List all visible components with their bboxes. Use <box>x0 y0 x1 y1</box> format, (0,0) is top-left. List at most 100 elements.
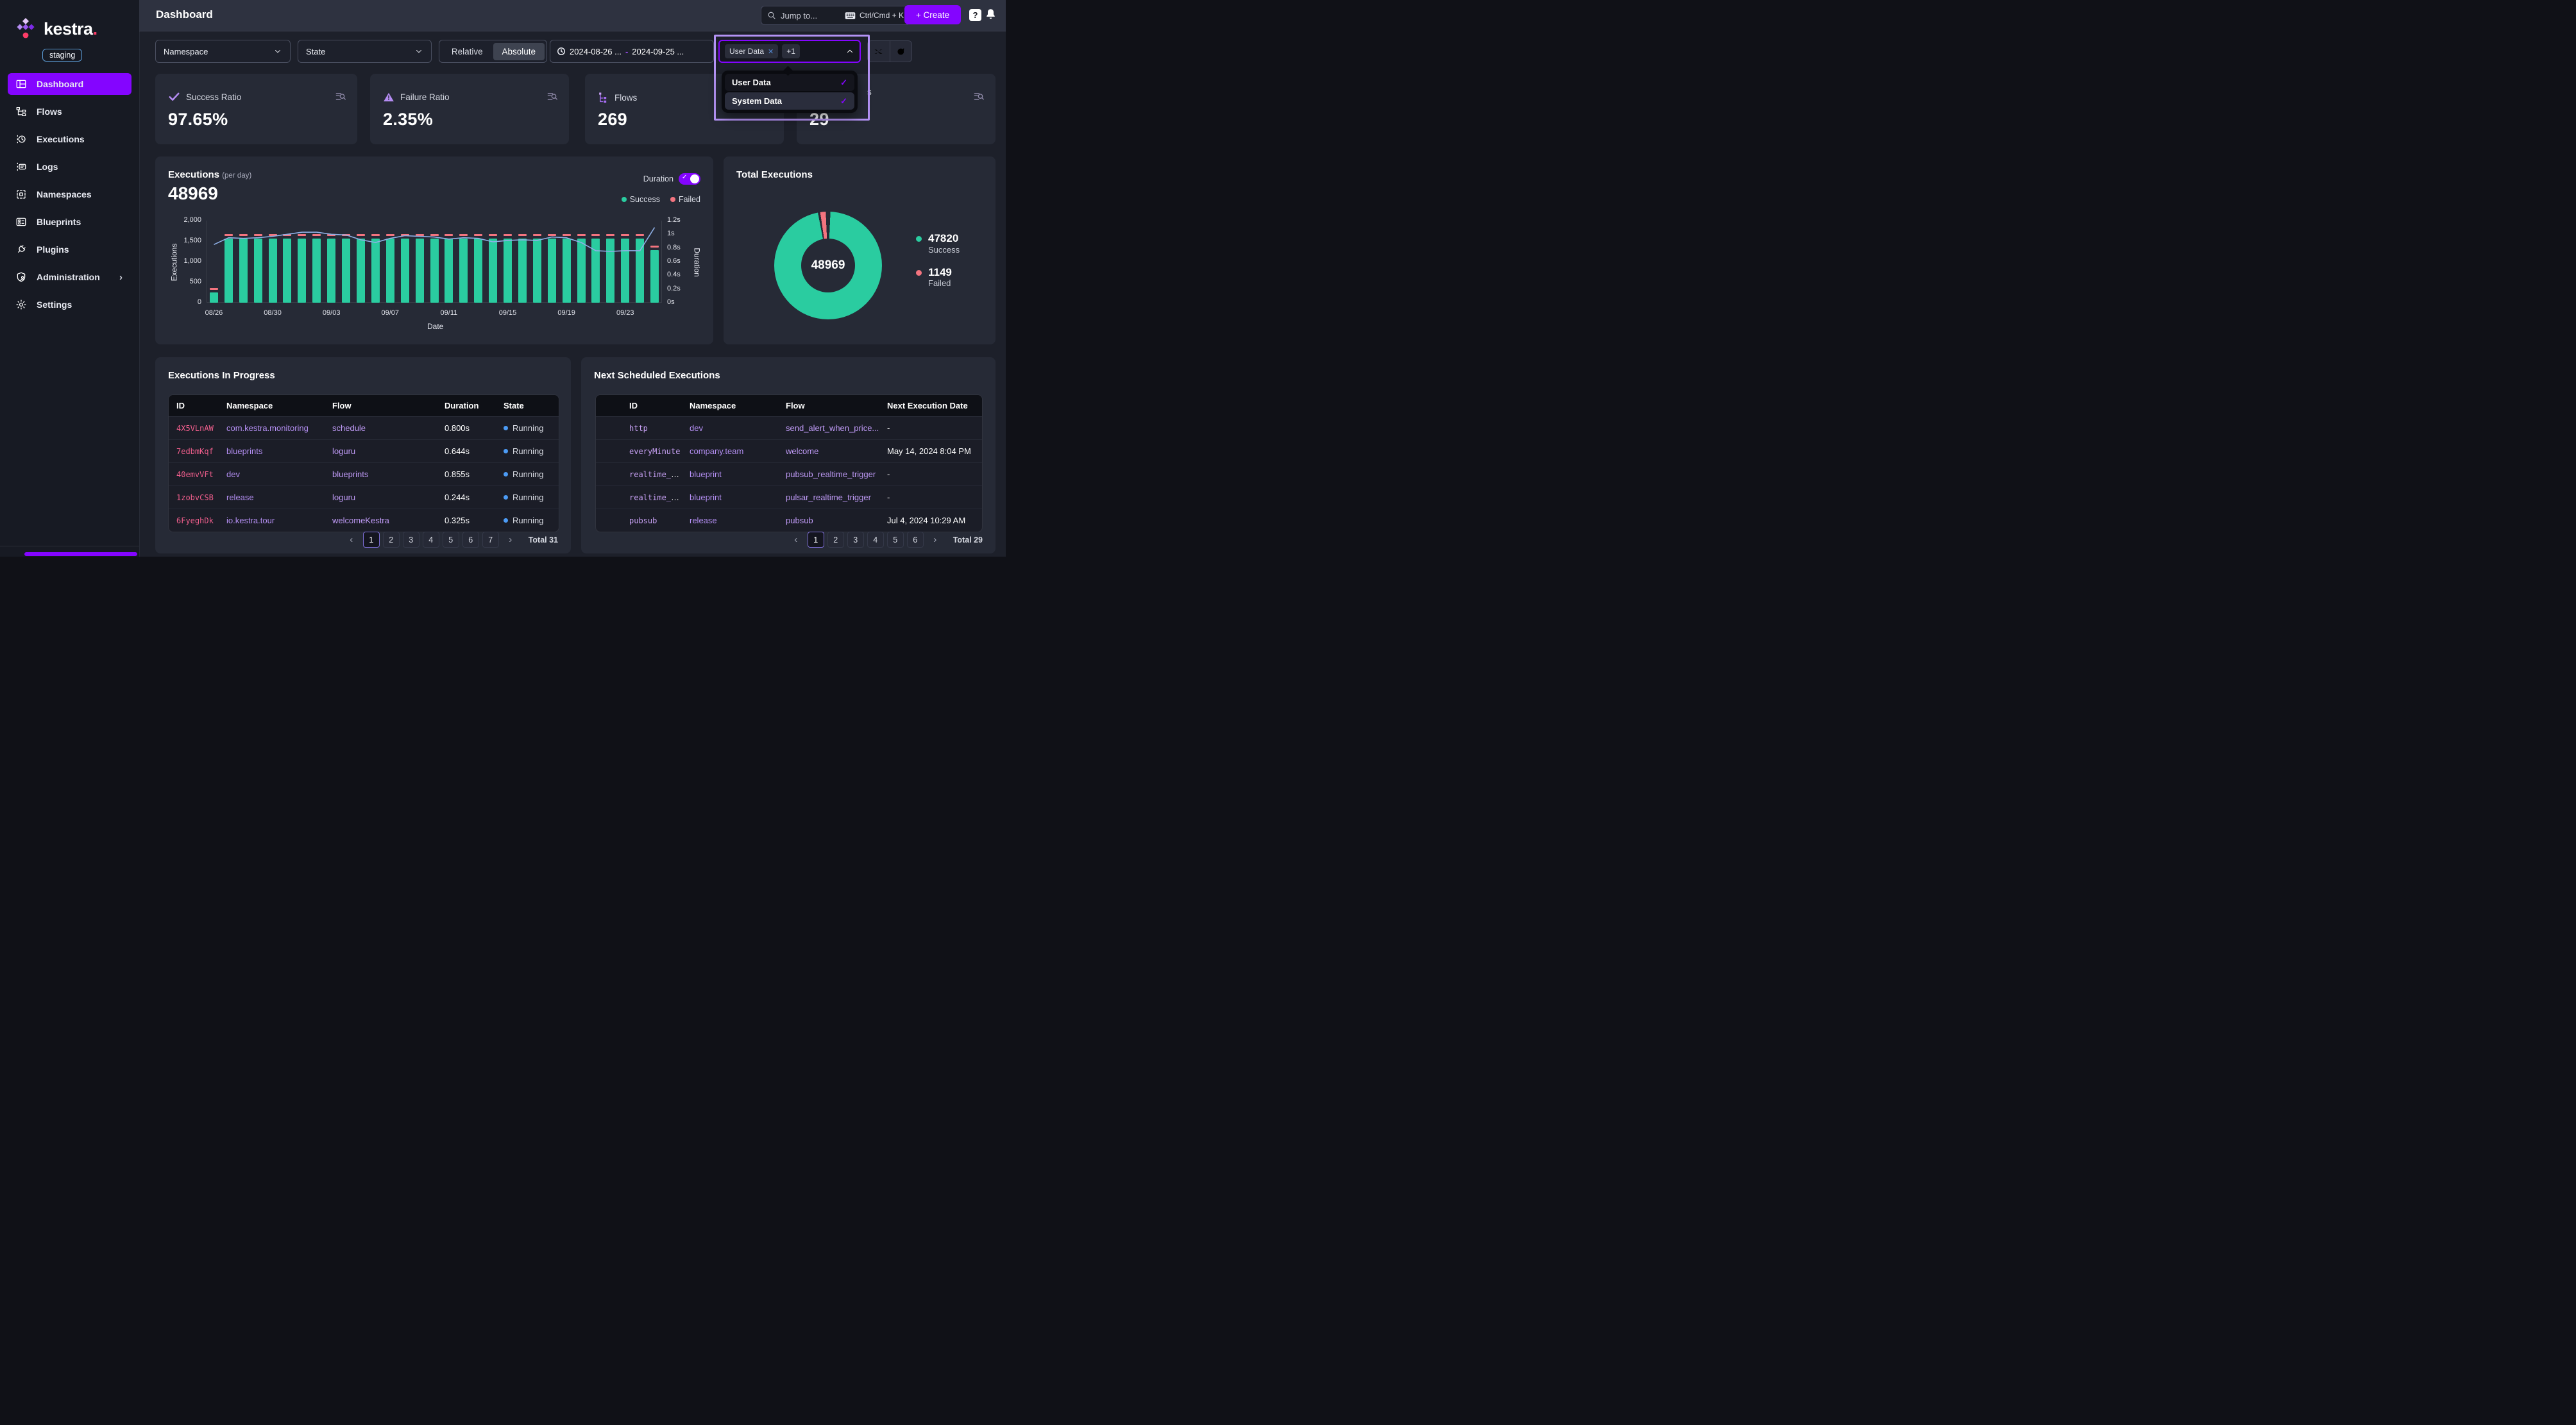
flow-link[interactable]: welcomeKestra <box>332 516 389 525</box>
flow-link[interactable]: pubsub_realtime_trigger <box>786 469 876 479</box>
sidebar-item-executions[interactable]: Executions <box>8 128 131 150</box>
refresh-button-group <box>867 40 912 62</box>
relative-option[interactable]: Relative <box>441 43 493 60</box>
running-dot <box>504 472 508 476</box>
namespace-link[interactable]: blueprint <box>690 493 722 502</box>
trigger-id-link[interactable]: realtime_... <box>629 493 682 502</box>
trigger-id-link[interactable]: everyMinute <box>629 447 680 456</box>
sidebar-item-label: Plugins <box>37 244 69 255</box>
namespace-link[interactable]: blueprints <box>226 446 262 456</box>
flow-link[interactable]: send_alert_when_price... <box>786 423 879 433</box>
execution-id-link[interactable]: 1zobvCSB <box>176 493 214 502</box>
execution-id-link[interactable]: 4X5VLnAW <box>176 424 214 433</box>
page-button-2[interactable]: 2 <box>827 532 844 548</box>
notifications-bell-icon[interactable] <box>985 8 997 22</box>
page-button-6[interactable]: 6 <box>907 532 924 548</box>
column-header: Flow <box>778 401 879 410</box>
prev-page-button[interactable]: ‹ <box>343 532 360 548</box>
page-button-7[interactable]: 7 <box>482 532 499 548</box>
trigger-id-link[interactable]: http <box>629 424 648 433</box>
sidebar-scroll-indicator[interactable] <box>24 552 137 556</box>
page-button-1[interactable]: 1 <box>363 532 380 548</box>
next-execution-date: May 14, 2024 8:04 PM <box>879 446 982 456</box>
namespace-link[interactable]: company.team <box>690 446 743 456</box>
search-input[interactable]: Jump to... Ctrl/Cmd + K <box>761 6 910 25</box>
flow-link[interactable]: pubsub <box>786 516 813 525</box>
flow-link[interactable]: loguru <box>332 493 355 502</box>
sidebar-item-administration[interactable]: Administration› <box>8 266 131 288</box>
remove-tag-icon[interactable]: ✕ <box>768 47 774 56</box>
namespace-link[interactable]: com.kestra.monitoring <box>226 423 309 433</box>
page-button-1[interactable]: 1 <box>808 532 824 548</box>
legend-success[interactable]: Success <box>622 195 660 204</box>
flow-link[interactable]: welcome <box>786 446 818 456</box>
next-execution-date: Jul 4, 2024 10:29 AM <box>879 516 982 525</box>
prev-page-button[interactable]: ‹ <box>788 532 804 548</box>
next-scheduled-card: Next Scheduled Executions IDNamespaceFlo… <box>581 357 996 553</box>
y-axis-tick-left: 500 <box>176 278 201 285</box>
sidebar-item-plugins[interactable]: Plugins <box>8 239 131 260</box>
page-button-2[interactable]: 2 <box>383 532 400 548</box>
list-search-icon[interactable] <box>973 90 985 103</box>
namespace-filter-select[interactable]: Namespace <box>155 40 291 63</box>
kestra-logo[interactable]: kestra. <box>13 17 97 41</box>
page-button-3[interactable]: 3 <box>847 532 864 548</box>
date-range-picker[interactable]: 2024-08-26 ... - 2024-09-25 ... <box>550 40 714 63</box>
legend-failed[interactable]: Failed <box>670 195 700 204</box>
list-search-icon[interactable] <box>547 90 559 103</box>
next-page-button[interactable]: › <box>927 532 944 548</box>
next-page-button[interactable]: › <box>502 532 519 548</box>
create-button[interactable]: + Create <box>904 5 961 24</box>
sidebar-item-settings[interactable]: Settings <box>8 294 131 316</box>
absolute-option[interactable]: Absolute <box>493 43 545 60</box>
administration-icon <box>15 271 27 283</box>
flow-link[interactable]: loguru <box>332 446 355 456</box>
sidebar-item-blueprints[interactable]: Blueprints <box>8 211 131 233</box>
chevron-down-icon <box>414 47 423 56</box>
page-button-6[interactable]: 6 <box>462 532 479 548</box>
execution-id-link[interactable]: 40emvVFt <box>176 470 214 479</box>
namespace-link[interactable]: release <box>226 493 254 502</box>
failed-dot <box>916 270 922 276</box>
execution-id-link[interactable]: 6FyeghDk <box>176 516 214 525</box>
x-axis-tick: 08/30 <box>257 309 289 317</box>
y-axis-tick-left: 1,500 <box>176 237 201 244</box>
refresh-icon[interactable] <box>890 41 912 62</box>
page-button-3[interactable]: 3 <box>403 532 419 548</box>
duration-value: 0.644s <box>437 446 496 456</box>
dropdown-item-user-data[interactable]: User Data✓ <box>725 74 854 91</box>
namespace-link[interactable]: blueprint <box>690 469 722 479</box>
namespace-link[interactable]: dev <box>226 469 240 479</box>
success-dot <box>916 236 922 242</box>
trigger-id-link[interactable]: realtime_... <box>629 469 682 479</box>
page-button-5[interactable]: 5 <box>887 532 904 548</box>
namespace-link[interactable]: release <box>690 516 717 525</box>
page-button-5[interactable]: 5 <box>443 532 459 548</box>
data-type-multiselect[interactable]: User Data ✕ +1 <box>718 40 861 63</box>
execution-id-link[interactable]: 7edbmKqf <box>176 447 214 456</box>
dropdown-item-system-data[interactable]: System Data✓ <box>725 92 854 110</box>
flow-link[interactable]: pulsar_realtime_trigger <box>786 493 871 502</box>
check-icon <box>168 92 180 102</box>
sidebar-item-namespaces[interactable]: Namespaces <box>8 183 131 205</box>
flow-link[interactable]: blueprints <box>332 469 368 479</box>
sidebar-item-logs[interactable]: Logs <box>8 156 131 178</box>
namespace-link[interactable]: dev <box>690 423 703 433</box>
sidebar-item-label: Administration <box>37 272 100 282</box>
page-button-4[interactable]: 4 <box>867 532 884 548</box>
next-execution-date: - <box>879 423 982 433</box>
state-filter-select[interactable]: State <box>298 40 432 63</box>
auto-refresh-off-icon[interactable] <box>868 41 890 62</box>
next-execution-date: - <box>879 469 982 479</box>
duration-toggle[interactable]: ✓ <box>679 173 700 185</box>
namespace-link[interactable]: io.kestra.tour <box>226 516 275 525</box>
sidebar-item-dashboard[interactable]: Dashboard <box>8 73 131 95</box>
kpi-label: Flows <box>598 92 637 104</box>
page-button-4[interactable]: 4 <box>423 532 439 548</box>
help-button[interactable]: ? <box>969 9 981 21</box>
trigger-id-link[interactable]: pubsub <box>629 516 657 525</box>
flow-link[interactable]: schedule <box>332 423 366 433</box>
kpi-value: 269 <box>598 110 627 130</box>
list-search-icon[interactable] <box>335 90 347 103</box>
sidebar-item-flows[interactable]: Flows <box>8 101 131 122</box>
